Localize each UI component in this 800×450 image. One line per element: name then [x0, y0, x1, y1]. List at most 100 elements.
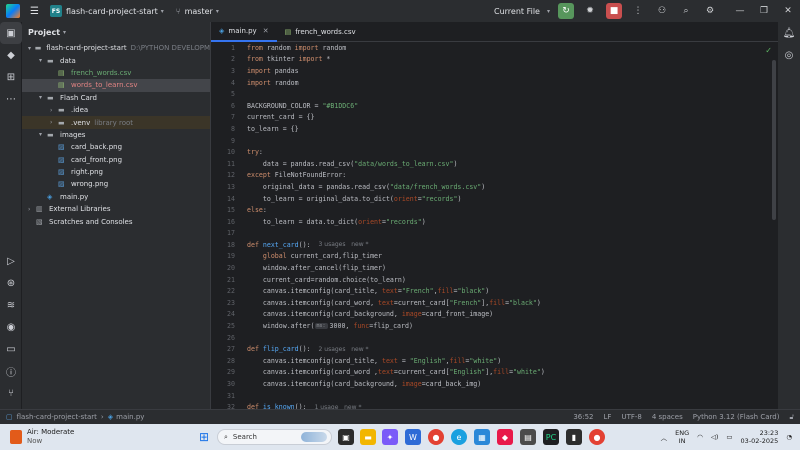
rerun-icon[interactable]: ↻ [558, 3, 574, 19]
code-line[interactable]: 19 global current_card,flip_timer [211, 251, 779, 263]
usage-hint[interactable]: 3 usages new * [319, 241, 369, 248]
chrome-profile-icon[interactable]: ● [589, 429, 605, 445]
chevron-down-icon[interactable]: ▾ [39, 94, 47, 101]
store-icon[interactable]: ▦ [474, 429, 490, 445]
chevron-down-icon[interactable]: ▾ [63, 29, 66, 36]
code-line[interactable]: 26 [211, 332, 779, 344]
tree-item[interactable]: ▨ wrong.png [22, 178, 210, 190]
lock-icon[interactable]: 🔓︎ [789, 413, 794, 422]
code-line[interactable]: 18 def next_card (): 3 usages new * [211, 239, 779, 251]
code-area[interactable]: 1 from random import random 2 from tkinter … [211, 42, 779, 413]
tree-item[interactable]: ▤ french_words.csv [22, 67, 210, 79]
file-encoding[interactable]: UTF-8 [621, 413, 641, 421]
code-line[interactable]: 22 canvas.itemconfig(card_title, text = "F… [211, 285, 779, 297]
project-badge[interactable]: FS [50, 5, 62, 17]
usage-hint[interactable]: 2 usages new * [319, 346, 369, 353]
code-line[interactable]: 9 [211, 135, 779, 147]
weather-icon[interactable] [10, 430, 22, 444]
breadcrumb-project[interactable]: flash-card-project-start [17, 413, 97, 421]
app-icon[interactable]: ◆ [497, 429, 513, 445]
clock[interactable]: 23:23 03-02-2025 [741, 429, 779, 445]
no-problems-check-icon[interactable]: ✓ [765, 46, 772, 55]
breadcrumb-file[interactable]: main.py [116, 413, 144, 421]
python-console-icon[interactable]: ◉ [0, 316, 22, 338]
code-line[interactable]: 27 def flip_card (): 2 usages new * [211, 343, 779, 355]
chevron-down-icon[interactable]: ▾ [28, 45, 35, 52]
taskbar-search[interactable]: ⌕ Search [217, 429, 332, 445]
indent-setting[interactable]: 4 spaces [652, 413, 683, 421]
chevron-down-icon[interactable]: ▾ [547, 8, 550, 15]
tree-item[interactable]: › ▬ .venv library root [22, 116, 210, 129]
tree-item[interactable]: ▤ words_to_learn.csv [22, 79, 210, 92]
windows-start-icon[interactable]: ⊞ [196, 429, 212, 445]
code-line[interactable]: 12 except FileNotFoundError: [211, 170, 779, 182]
run-config-selector[interactable]: Current File [494, 7, 540, 16]
code-line[interactable]: 3 import pandas [211, 65, 779, 77]
python-interpreter[interactable]: Python 3.12 (Flash Card) [693, 413, 780, 421]
git-icon[interactable]: ⑂ [0, 382, 22, 404]
line-separator[interactable]: LF [604, 413, 612, 421]
tree-item[interactable]: › ▥ External Libraries [22, 203, 210, 215]
maximize-icon[interactable]: ❐ [756, 3, 772, 19]
code-line[interactable]: 1 from random import random [211, 42, 779, 54]
terminal-taskbar-icon[interactable]: ▮ [566, 429, 582, 445]
code-line[interactable]: 21 current_card=random.choice(to_learn) [211, 274, 779, 286]
chevron-right-icon[interactable]: › [50, 119, 58, 126]
stop-icon[interactable]: ■ [606, 3, 622, 19]
search-icon[interactable]: ⌕ [678, 3, 694, 19]
code-line[interactable]: 30 canvas.itemconfig(card_background, im… [211, 378, 779, 390]
tree-item[interactable]: ◈ main.py [22, 191, 210, 203]
code-line[interactable]: 4 import random [211, 77, 779, 89]
tree-item[interactable]: ▨ right.png [22, 166, 210, 178]
editor-tab[interactable]: ▤ french_words.csv [277, 22, 364, 42]
chevron-down-icon[interactable]: ▾ [39, 131, 47, 138]
tree-item[interactable]: ▾ ▬ Flash Card [22, 92, 210, 104]
tree-item[interactable]: ▾ ▬ images [22, 129, 210, 141]
code-line[interactable]: 10 try: [211, 146, 779, 158]
cursor-position[interactable]: 36:52 [573, 413, 593, 421]
chevron-down-icon[interactable]: ▾ [161, 8, 164, 15]
code-line[interactable]: 28 canvas.itemconfig(card_title, text = … [211, 355, 779, 367]
run-tool-icon[interactable]: ▷ [0, 250, 22, 272]
layers-icon[interactable]: ≋ [0, 294, 22, 316]
code-line[interactable]: 24 canvas.itemconfig(card_background, im… [211, 309, 779, 321]
code-line[interactable]: 23 canvas.itemconfig(card_word, text =cur… [211, 297, 779, 309]
code-line[interactable]: 16 to_learn = data.to_dict(orient = "recor… [211, 216, 779, 228]
copilot-icon[interactable]: ✦ [382, 429, 398, 445]
terminal-icon[interactable]: ▭ [0, 338, 22, 360]
editor-tab[interactable]: ◈ main.py ✕ [211, 22, 277, 42]
code-line[interactable]: 31 [211, 390, 779, 402]
close-icon[interactable]: ✕ [780, 3, 796, 19]
tree-item[interactable]: ▨ card_back.png [22, 141, 210, 153]
volume-icon[interactable]: ◁) [711, 433, 719, 441]
task-view-icon[interactable]: ▣ [338, 429, 354, 445]
file-explorer-icon[interactable]: ▬ [360, 429, 376, 445]
structure-tool-icon[interactable]: ⊞ [0, 66, 22, 88]
code-line[interactable]: 20 window.after_cancel(flip_timer) [211, 262, 779, 274]
weather-title[interactable]: Air: Moderate [27, 428, 74, 437]
code-line[interactable]: 13 original_data = pandas.read_csv("data… [211, 181, 779, 193]
code-line[interactable]: 25 window.after(ms: 3000, func =flip_card) [211, 320, 779, 332]
code-line[interactable]: 11 data = pandas.read_csv("data/words_to… [211, 158, 779, 170]
notifications-icon[interactable]: 🔔︎ [778, 22, 800, 44]
code-line[interactable]: 5 [211, 88, 779, 100]
more-icon[interactable]: ⋮ [630, 3, 646, 19]
branch-name[interactable]: master [185, 7, 213, 16]
chevron-right-icon[interactable]: › [28, 206, 36, 213]
tree-item[interactable]: ▧ Scratches and Consoles [22, 215, 210, 227]
word-icon[interactable]: W [405, 429, 421, 445]
code-line[interactable]: 17 [211, 228, 779, 240]
python-packages-icon[interactable]: ⊛ [0, 272, 22, 294]
pycharm-taskbar-icon[interactable]: PC [543, 429, 559, 445]
chevron-down-icon[interactable]: ▾ [216, 8, 219, 15]
code-line[interactable]: 6 BACKGROUND_COLOR = "#B1DDC6" [211, 100, 779, 112]
debug-icon[interactable]: ✹ [582, 3, 598, 19]
code-line[interactable]: 15 else: [211, 204, 779, 216]
problems-icon[interactable]: ⓘ [0, 360, 22, 382]
tree-item[interactable]: ▾ ▬ data [22, 54, 210, 66]
tree-item[interactable]: › ▬ .idea [22, 104, 210, 116]
tree-item[interactable]: ▨ card_front.png [22, 154, 210, 166]
edge-icon[interactable]: e [451, 429, 467, 445]
tree-item[interactable]: ▾ ▬ flash-card-project-start D:\PYTHON DEVE… [22, 42, 210, 54]
minimize-icon[interactable]: — [732, 3, 748, 19]
